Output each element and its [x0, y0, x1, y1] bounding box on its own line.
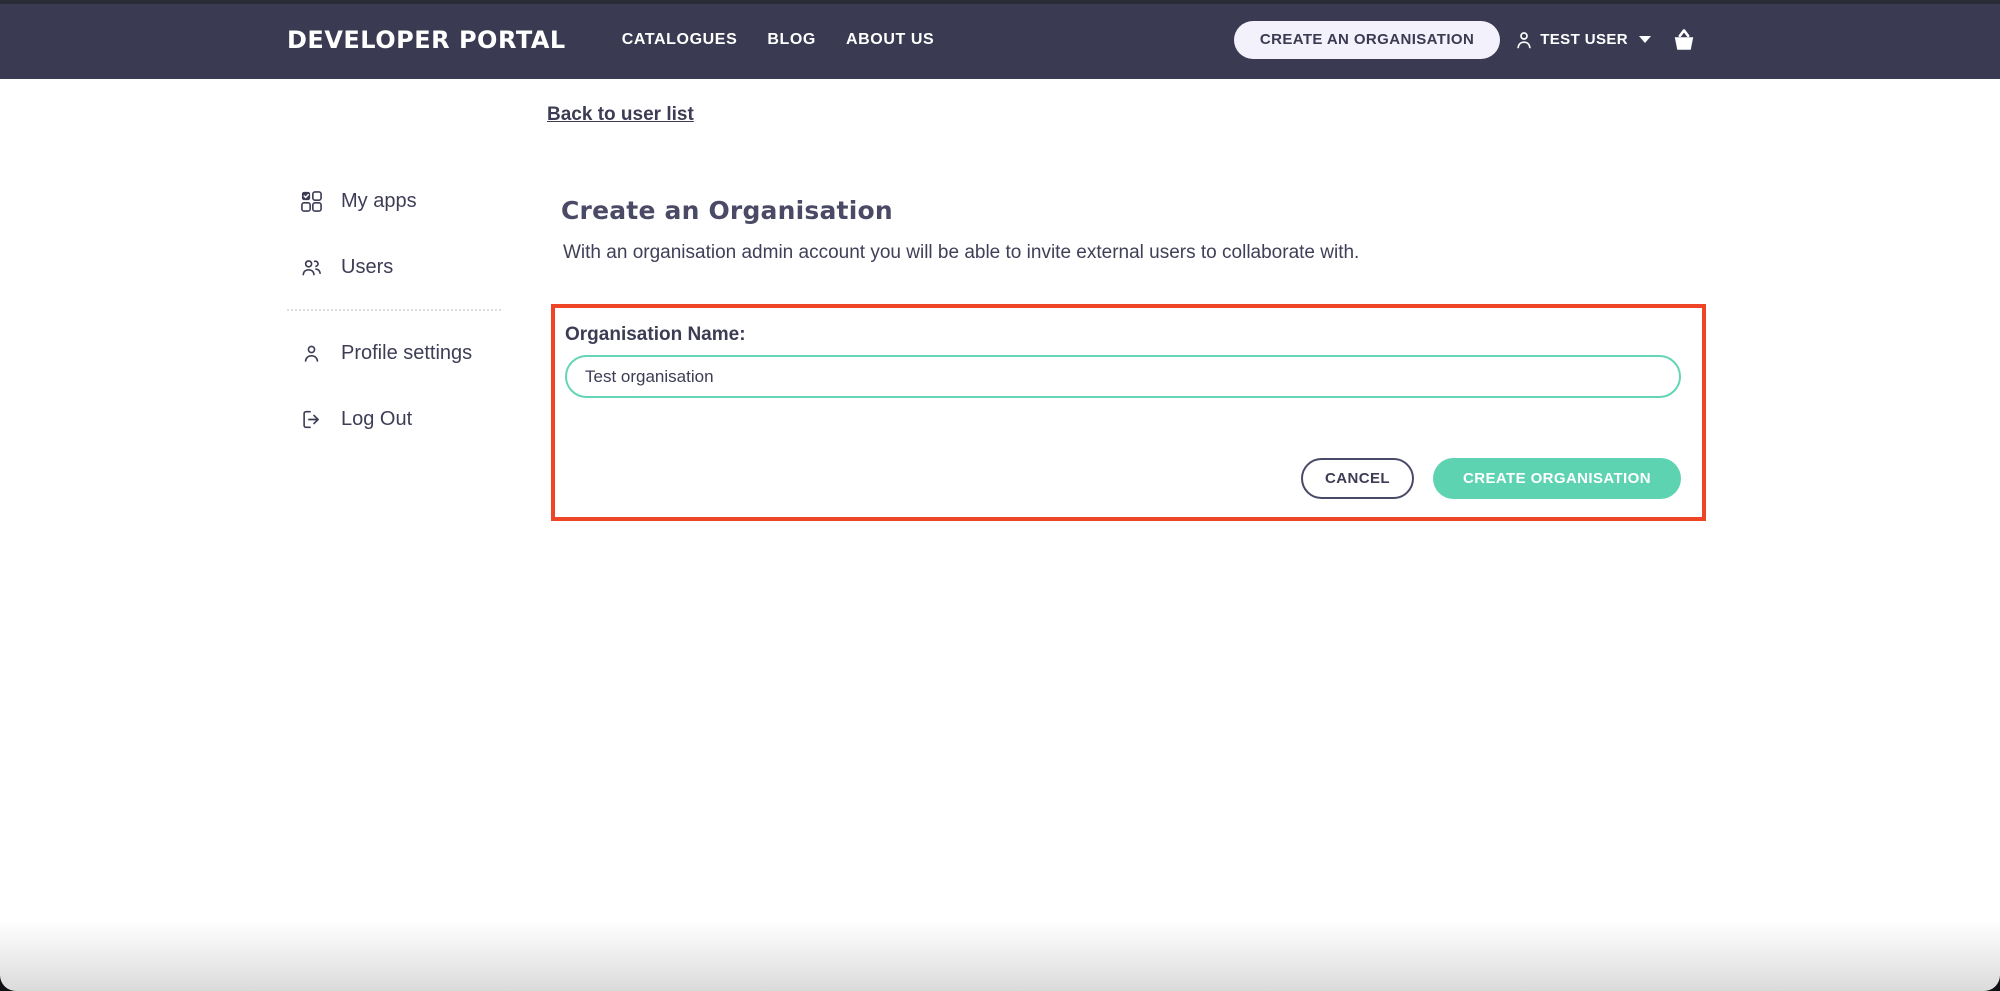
sidebar-item-profile-settings[interactable]: Profile settings: [287, 341, 501, 365]
logout-icon: [300, 408, 323, 431]
page-title: Create an Organisation: [561, 196, 893, 225]
profile-icon: [300, 342, 323, 365]
sidebar: My apps Users Profile settings Log Out: [287, 189, 501, 473]
cancel-button[interactable]: CANCEL: [1301, 458, 1414, 499]
organisation-name-input[interactable]: [565, 355, 1681, 398]
nav-link-catalogues[interactable]: CATALOGUES: [622, 31, 738, 49]
basket-icon: [1671, 27, 1697, 53]
basket-button[interactable]: [1671, 27, 1697, 53]
sidebar-item-log-out[interactable]: Log Out: [287, 407, 501, 431]
page: DEVELOPER PORTAL CATALOGUES BLOG ABOUT U…: [0, 0, 2000, 991]
user-menu[interactable]: TEST USER: [1513, 29, 1651, 51]
sidebar-divider: [287, 309, 501, 311]
sidebar-item-label: Log Out: [341, 407, 413, 430]
navbar-right: CREATE AN ORGANISATION TEST USER: [1233, 20, 1697, 59]
person-icon: [1513, 29, 1535, 51]
create-organisation-form: Organisation Name: CANCEL CREATE ORGANIS…: [551, 304, 1706, 521]
sidebar-item-users[interactable]: Users: [287, 255, 501, 279]
user-menu-label: TEST USER: [1540, 31, 1628, 48]
apps-grid-icon: [300, 190, 323, 213]
nav-link-blog[interactable]: BLOG: [767, 31, 816, 49]
bottom-shadow: [0, 921, 2000, 991]
site-logo[interactable]: DEVELOPER PORTAL: [287, 26, 566, 54]
nav-link-about-us[interactable]: ABOUT US: [846, 31, 934, 49]
sidebar-item-my-apps[interactable]: My apps: [287, 189, 501, 213]
create-organisation-submit-button[interactable]: CREATE ORGANISATION: [1433, 458, 1681, 499]
top-navbar: DEVELOPER PORTAL CATALOGUES BLOG ABOUT U…: [0, 0, 2000, 79]
sidebar-item-label: Users: [341, 255, 394, 278]
organisation-name-label: Organisation Name:: [565, 324, 746, 345]
sidebar-item-label: My apps: [341, 189, 417, 212]
sidebar-item-label: Profile settings: [341, 341, 473, 364]
create-organisation-nav-button[interactable]: CREATE AN ORGANISATION: [1233, 20, 1501, 59]
main-nav: CATALOGUES BLOG ABOUT US: [622, 31, 935, 49]
form-actions: CANCEL CREATE ORGANISATION: [565, 458, 1681, 499]
caret-down-icon: [1639, 36, 1651, 43]
back-to-user-list-link[interactable]: Back to user list: [547, 104, 694, 126]
page-subtitle: With an organisation admin account you w…: [563, 242, 1360, 263]
users-icon: [300, 256, 323, 279]
